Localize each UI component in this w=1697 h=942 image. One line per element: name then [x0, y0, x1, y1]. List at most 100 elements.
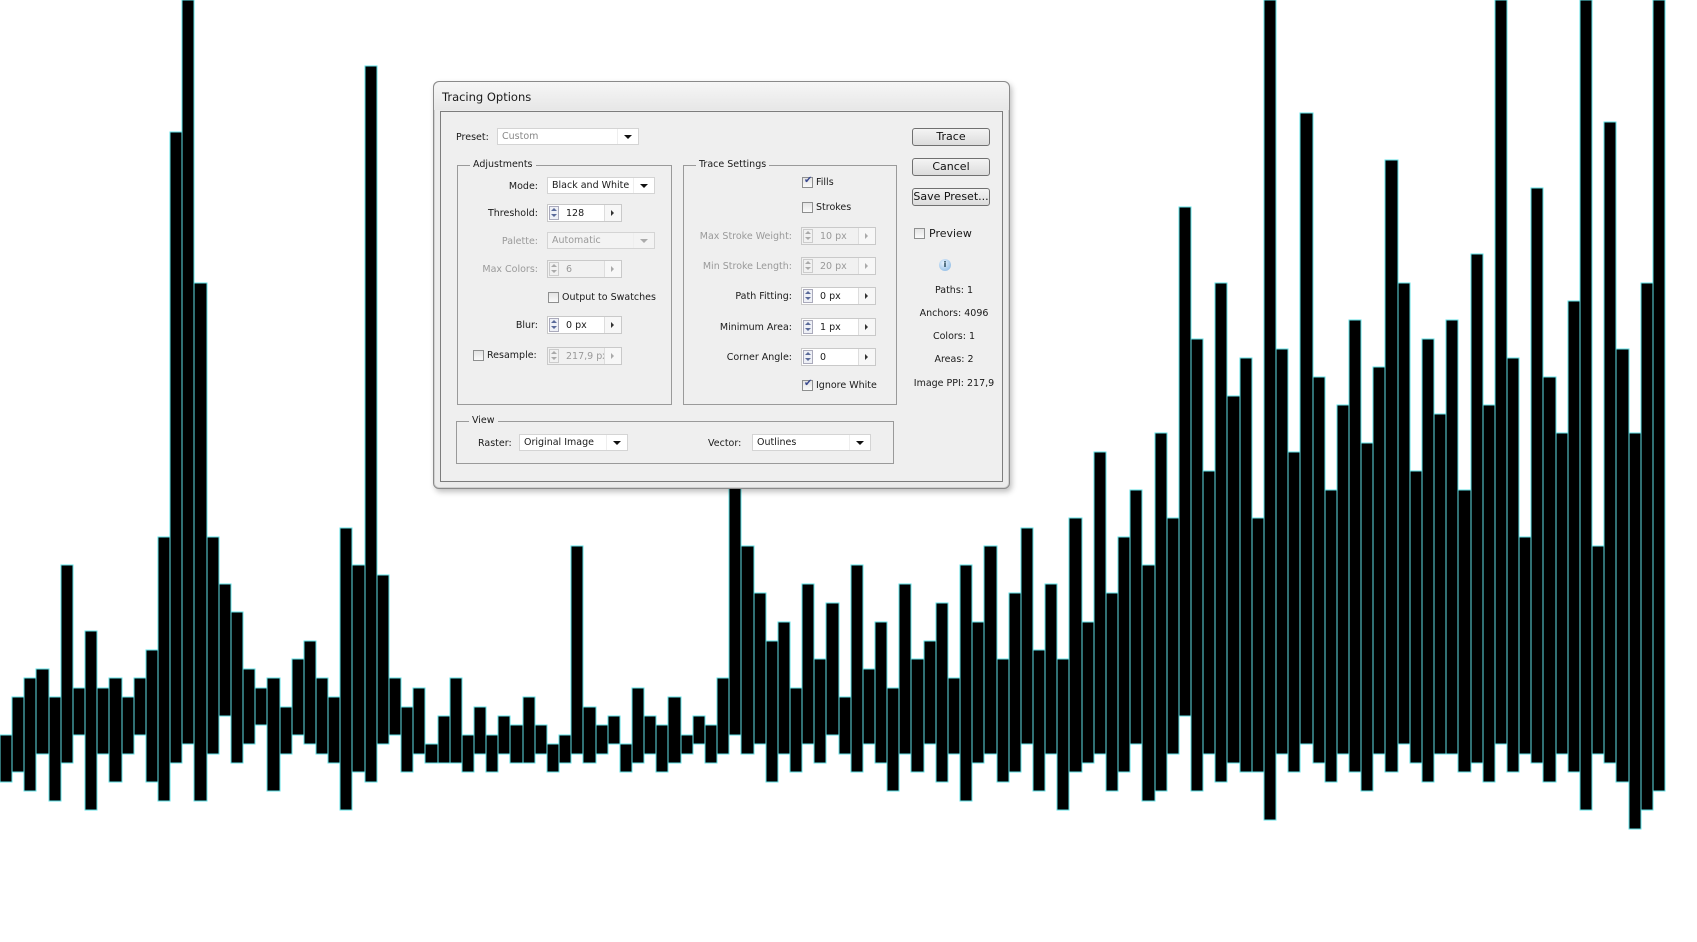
raster-dropdown[interactable]: Original Image: [519, 434, 628, 451]
save-preset-button[interactable]: Save Preset...: [912, 188, 990, 206]
min-stroke-length-stepper[interactable]: 20 px: [801, 257, 876, 275]
ignore-white-checkbox[interactable]: [802, 378, 813, 391]
waveform-bar: [1603, 121, 1617, 764]
stepper-arrows-icon[interactable]: [549, 262, 559, 276]
strokes-checkbox[interactable]: [802, 202, 813, 213]
waveform-bar: [1032, 649, 1046, 792]
waveform-bar: [351, 564, 366, 773]
palette-dropdown[interactable]: Automatic: [547, 232, 655, 249]
waveform-bar: [1433, 413, 1447, 755]
slider-popup-arrow-icon[interactable]: [604, 261, 621, 277]
threshold-label: Threshold:: [487, 208, 538, 219]
waveform-bar: [1008, 592, 1022, 773]
stepper-arrows-icon[interactable]: [803, 229, 813, 243]
resample-checkbox[interactable]: [473, 350, 484, 361]
stepper-arrows-icon[interactable]: [803, 320, 813, 334]
preview-checkbox[interactable]: [914, 228, 925, 239]
waveform-bar: [339, 527, 353, 811]
waveform-bar: [181, 0, 195, 745]
slider-popup-arrow-icon[interactable]: [604, 348, 621, 364]
stepper-arrows-icon[interactable]: [803, 289, 813, 303]
chevron-down-icon: [617, 129, 638, 144]
waveform-bar: [546, 743, 560, 773]
waveform-bar: [1312, 376, 1326, 764]
stepper-arrows-icon[interactable]: [803, 350, 813, 364]
waveform-bar: [971, 621, 985, 764]
waveform-bar: [461, 734, 475, 773]
corner-angle-stepper[interactable]: 0: [801, 348, 876, 366]
waveform-bar: [534, 724, 548, 755]
stepper-arrows-icon[interactable]: [549, 349, 559, 363]
vector-dropdown[interactable]: Outlines: [752, 434, 871, 451]
waveform-bar: [1591, 545, 1605, 755]
fills-checkbox[interactable]: [802, 175, 813, 188]
waveform-bar: [48, 696, 62, 802]
ignore-white-label: Ignore White: [816, 380, 877, 391]
waveform-bar: [1567, 300, 1581, 773]
stat-image-ppi: Image PPI: 217,9: [913, 378, 995, 389]
waveform-bar: [850, 564, 864, 773]
slider-popup-arrow-icon[interactable]: [858, 288, 875, 304]
path-fitting-value: 0 px: [820, 291, 841, 302]
cancel-button[interactable]: Cancel: [912, 158, 990, 176]
waveform-bar: [1482, 404, 1496, 783]
waveform-bar: [1105, 592, 1119, 792]
waveform-bar: [1652, 0, 1666, 792]
trace-button[interactable]: Trace: [912, 128, 990, 146]
waveform-bar: [1081, 621, 1095, 764]
waveform-bar: [497, 715, 511, 755]
slider-popup-arrow-icon[interactable]: [858, 349, 875, 365]
stat-colors: Colors: 1: [932, 331, 976, 342]
preset-dropdown[interactable]: Custom: [497, 128, 639, 145]
stepper-arrows-icon[interactable]: [549, 318, 559, 332]
max-colors-stepper[interactable]: 6: [547, 260, 622, 278]
waveform-bar: [1287, 451, 1301, 773]
slider-popup-arrow-icon[interactable]: [604, 317, 621, 333]
blur-stepper[interactable]: 0 px: [547, 316, 622, 334]
dialog-titlebar[interactable]: Tracing Options: [434, 82, 1009, 110]
minimum-area-stepper[interactable]: 1 px: [801, 318, 876, 336]
dialog-title: Tracing Options: [442, 90, 532, 104]
minimum-area-value: 1 px: [820, 322, 841, 333]
slider-popup-arrow-icon[interactable]: [604, 205, 621, 221]
max-stroke-weight-stepper[interactable]: 10 px: [801, 227, 876, 245]
slider-popup-arrow-icon[interactable]: [858, 258, 875, 274]
stepper-arrows-icon[interactable]: [803, 259, 813, 273]
waveform-bar: [1397, 282, 1411, 745]
waveform-bar: [145, 649, 159, 783]
waveform-bar: [570, 545, 584, 755]
waveform-bar: [838, 696, 852, 755]
blur-label: Blur:: [515, 320, 538, 331]
waveform-bar: [753, 592, 767, 745]
threshold-stepper[interactable]: 128: [547, 204, 622, 222]
waveform-bar: [1470, 253, 1484, 764]
path-fitting-stepper[interactable]: 0 px: [801, 287, 876, 305]
waveform-bar: [254, 687, 268, 726]
waveform-bar: [1044, 583, 1058, 755]
output-to-swatches-checkbox[interactable]: [548, 292, 559, 303]
waveform-bar: [1117, 536, 1131, 773]
trace-settings-group: Trace Settings: [683, 159, 897, 405]
waveform-bar: [716, 677, 730, 755]
waveform-bar: [400, 706, 414, 773]
resample-label: Resample:: [487, 350, 537, 361]
waveform-bar: [133, 677, 147, 736]
mode-label: Mode:: [508, 181, 538, 192]
adjustments-legend: Adjustments: [470, 159, 536, 170]
waveform-bar: [1202, 470, 1216, 755]
stepper-arrows-icon[interactable]: [549, 206, 559, 220]
waveform-bar: [1555, 432, 1569, 755]
waveform-bar: [412, 687, 426, 755]
waveform-bar: [364, 65, 378, 783]
resample-stepper[interactable]: 217,9 px: [547, 347, 622, 365]
stat-paths: Paths: 1: [934, 285, 974, 296]
blur-value: 0 px: [566, 320, 587, 331]
waveform-bar: [923, 640, 937, 745]
waveform-bar: [1518, 536, 1532, 755]
slider-popup-arrow-icon[interactable]: [858, 228, 875, 244]
waveform-bar: [825, 602, 840, 736]
slider-popup-arrow-icon[interactable]: [858, 319, 875, 335]
waveform-bar: [424, 743, 439, 764]
mode-dropdown[interactable]: Black and White: [547, 177, 655, 194]
max-stroke-weight-value: 10 px: [820, 231, 847, 242]
